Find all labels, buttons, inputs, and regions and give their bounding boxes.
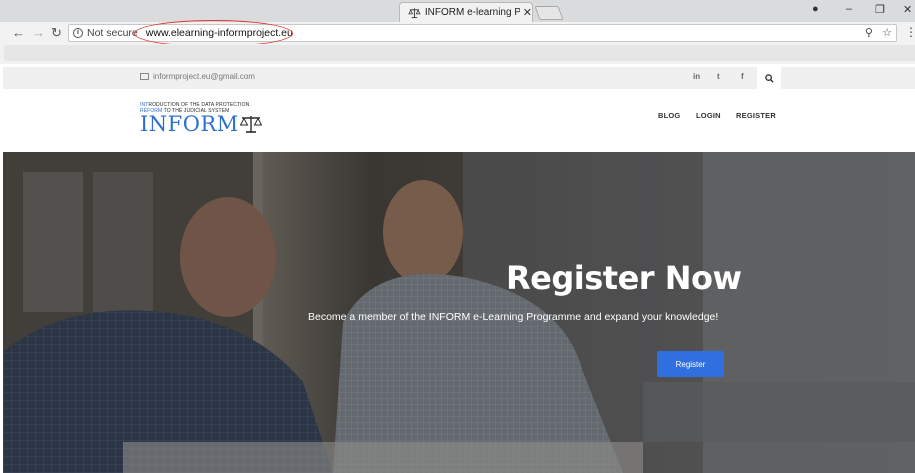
site-search-button[interactable] — [757, 67, 781, 89]
logo-wordmark: INFORM — [140, 114, 262, 135]
web-page: informproject.eu@gmail.com in t f INTROD… — [0, 64, 915, 473]
hero-title: Register Now — [506, 259, 742, 297]
scales-favicon-icon — [408, 7, 421, 18]
info-icon[interactable]: i — [73, 28, 83, 38]
window-close-icon[interactable]: ✕ — [903, 3, 912, 16]
new-tab-button[interactable] — [534, 6, 564, 20]
hero-subtitle: Become a member of the INFORM e-Learning… — [308, 311, 719, 323]
scales-of-justice-icon — [239, 116, 262, 133]
contact-email[interactable]: informproject.eu@gmail.com — [140, 72, 255, 81]
email-text: informproject.eu@gmail.com — [153, 72, 255, 81]
bookmark-star-icon[interactable]: ☆ — [882, 27, 892, 39]
minimize-icon[interactable]: – — [846, 3, 852, 15]
site-header: INTRODUCTION OF THE DATA PROTECTION REFO… — [3, 89, 915, 152]
nav-register[interactable]: REGISTER — [736, 111, 776, 120]
register-button[interactable]: Register — [657, 351, 724, 377]
nav-blog[interactable]: BLOG — [658, 111, 680, 120]
security-label: Not secure — [87, 27, 138, 39]
twitter-icon[interactable]: t — [717, 72, 720, 81]
search-icon — [764, 73, 774, 83]
reload-icon[interactable]: ↻ — [51, 25, 62, 41]
top-info-bar: informproject.eu@gmail.com in t f — [3, 67, 915, 89]
zoom-icon[interactable]: ⚲ — [865, 27, 873, 39]
mail-icon — [140, 73, 149, 80]
browser-tab-strip: INFORM e-learning Prog ✕ ● – ❐ ✕ — [0, 0, 915, 22]
browser-tab[interactable]: INFORM e-learning Prog ✕ — [399, 2, 533, 22]
tab-close-icon[interactable]: ✕ — [523, 6, 532, 19]
profile-icon[interactable]: ● — [812, 3, 819, 15]
back-icon[interactable]: ← — [12, 25, 25, 41]
nav-login[interactable]: LOGIN — [696, 111, 721, 120]
forward-icon[interactable]: → — [32, 25, 45, 41]
url-highlight-annotation — [134, 20, 293, 47]
restore-icon[interactable]: ❐ — [875, 3, 885, 16]
tab-title: INFORM e-learning Prog — [424, 7, 520, 18]
linkedin-icon[interactable]: in — [693, 72, 700, 81]
browser-menu-icon[interactable]: ⋮ — [905, 25, 915, 39]
omnibox-actions: ⚲ ☆ — [865, 26, 892, 39]
bookmarks-bar-body — [4, 45, 915, 61]
hero-banner: Register Now Become a member of the INFO… — [3, 152, 915, 473]
facebook-icon[interactable]: f — [741, 72, 744, 81]
site-logo[interactable]: INTRODUCTION OF THE DATA PROTECTION REFO… — [140, 102, 262, 135]
bookmarks-bar — [0, 44, 915, 64]
